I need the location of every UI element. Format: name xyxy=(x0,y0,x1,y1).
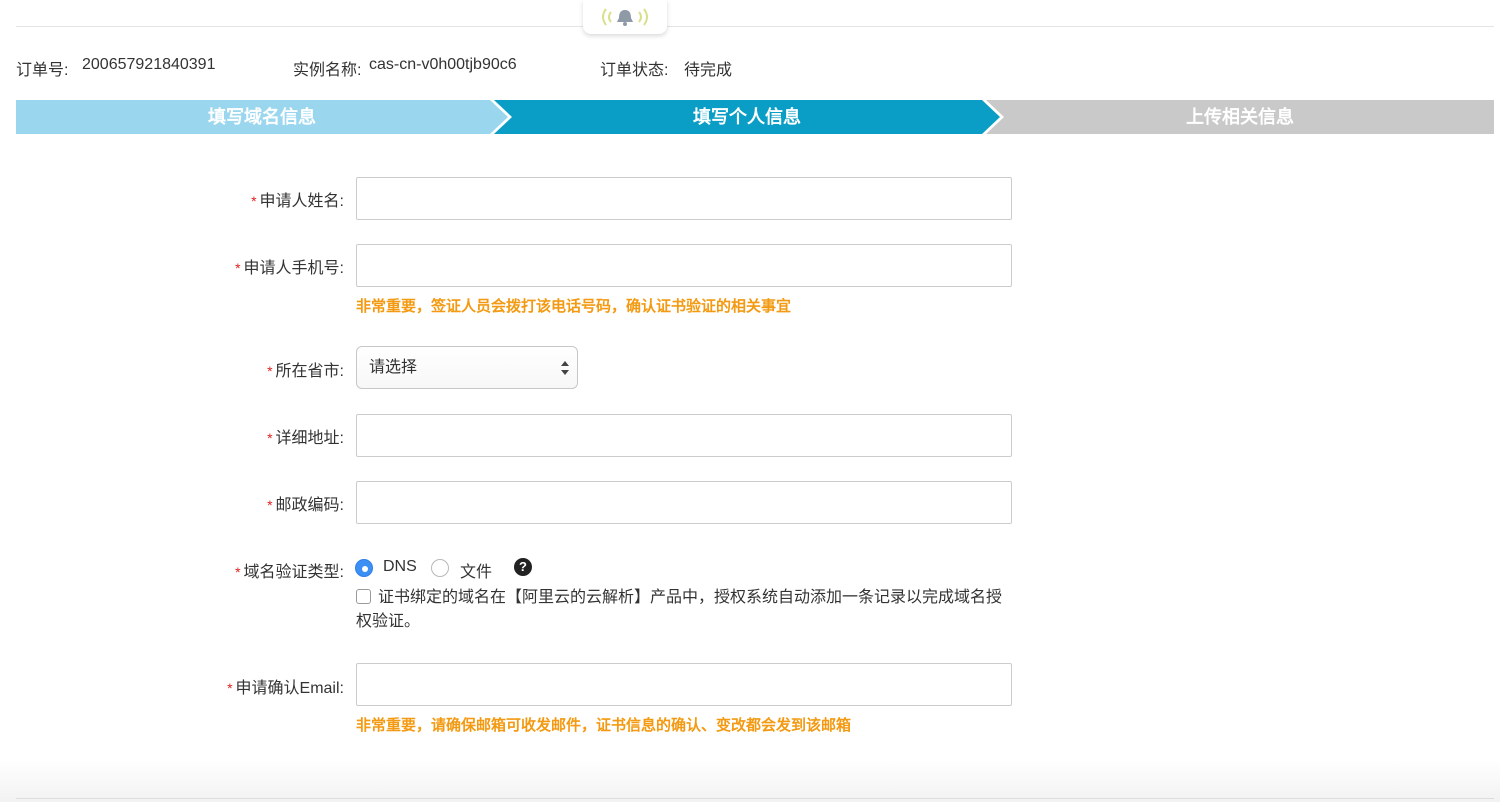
applicant-name-label: * 申请人姓名: xyxy=(251,193,344,210)
email-input[interactable] xyxy=(356,663,1012,706)
province-select[interactable]: 请选择 xyxy=(356,346,578,389)
required-mark: * xyxy=(251,193,257,209)
bell-icon xyxy=(602,8,648,26)
instance-name-label: 实例名称: xyxy=(293,62,362,79)
verify-file-label[interactable]: 文件 xyxy=(460,558,492,582)
province-label: * 所在省市: xyxy=(267,363,344,380)
order-number: 200657921840391 xyxy=(82,56,216,73)
postcode-label: * 邮政编码: xyxy=(267,497,344,514)
required-mark: * xyxy=(235,564,241,580)
address-input[interactable] xyxy=(356,414,1012,457)
verify-dns-radio[interactable] xyxy=(355,559,373,577)
verify-file-radio[interactable] xyxy=(431,559,449,577)
required-mark: * xyxy=(235,260,241,276)
order-status-label: 订单状态: xyxy=(600,62,669,79)
notification-tab[interactable] xyxy=(583,0,667,34)
top-divider xyxy=(16,26,1494,27)
order-number-label: 订单号: xyxy=(16,62,69,79)
address-label: * 详细地址: xyxy=(267,430,344,447)
bottom-divider xyxy=(16,798,1494,799)
order-status: 待完成 xyxy=(684,62,733,79)
applicant-phone-label: * 申请人手机号: xyxy=(235,260,344,277)
step-personal-info: 填写个人信息 xyxy=(494,100,1000,134)
required-mark: * xyxy=(267,363,273,379)
applicant-name-input[interactable] xyxy=(356,177,1012,220)
province-select-value: 请选择 xyxy=(369,359,418,376)
footer-fade xyxy=(0,760,1500,802)
postcode-input[interactable] xyxy=(356,481,1012,524)
required-mark: * xyxy=(267,497,273,513)
verify-type-label: * 域名验证类型: xyxy=(235,564,344,581)
auto-dns-description: 证书绑定的域名在【阿里云的云解析】产品中，授权系统自动添加一条记录以完成域名授权… xyxy=(356,589,1003,630)
email-label: * 申请确认Email: xyxy=(227,680,344,697)
phone-hint: 非常重要，签证人员会拨打该电话号码，确认证书验证的相关事宜 xyxy=(356,298,792,315)
email-hint: 非常重要，请确保邮箱可收发邮件，证书信息的确认、变改都会发到该邮箱 xyxy=(356,717,852,734)
required-mark: * xyxy=(267,430,273,446)
required-mark: * xyxy=(227,680,233,696)
question-circle-icon[interactable]: ? xyxy=(514,558,532,576)
progress-steps: 填写域名信息 填写个人信息 上传相关信息 xyxy=(16,100,1494,134)
applicant-phone-input[interactable] xyxy=(356,244,1012,287)
updown-arrows-icon xyxy=(561,361,569,375)
instance-name: cas-cn-v0h00tjb90c6 xyxy=(369,56,517,73)
verify-dns-label[interactable]: DNS xyxy=(383,558,417,576)
step-upload-info: 上传相关信息 xyxy=(986,100,1494,134)
step-domain-info: 填写域名信息 xyxy=(16,100,508,134)
